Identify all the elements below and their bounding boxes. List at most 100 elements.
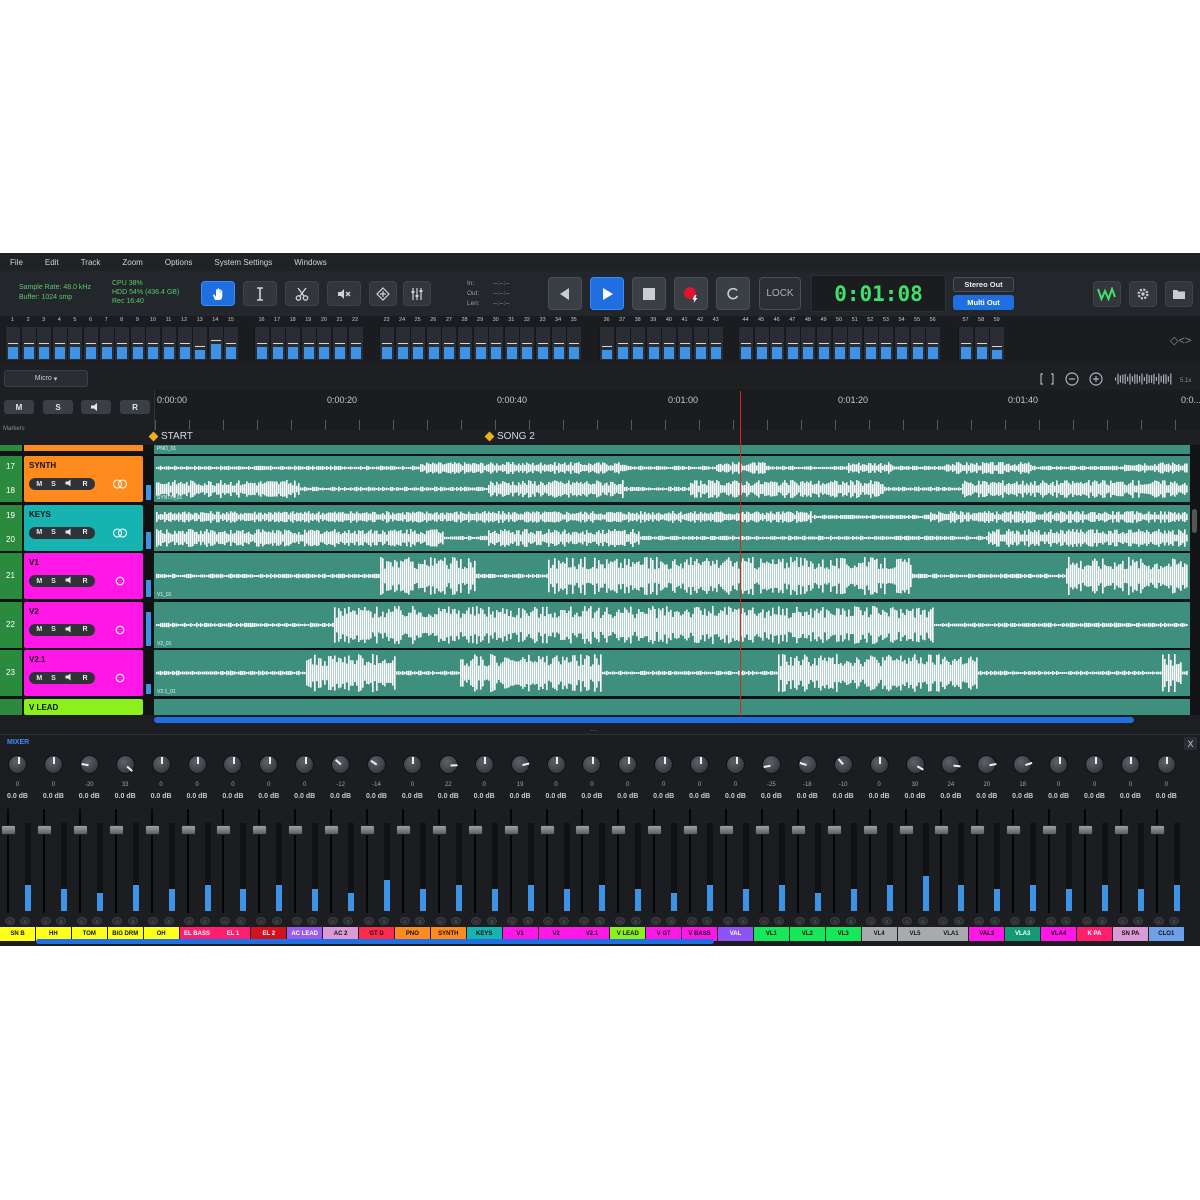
strip-mute-button[interactable]: M bbox=[112, 917, 123, 925]
volume-fader[interactable] bbox=[252, 825, 268, 835]
pan-knob[interactable] bbox=[1013, 755, 1033, 774]
mono-icon[interactable] bbox=[112, 671, 128, 685]
strip-solo-button[interactable]: S bbox=[953, 917, 964, 925]
strip-solo-button[interactable]: S bbox=[1169, 917, 1180, 925]
strip-mute-button[interactable]: M bbox=[471, 917, 482, 925]
volume-fader[interactable] bbox=[108, 825, 124, 835]
strip-solo-button[interactable]: S bbox=[558, 917, 569, 925]
volume-fader[interactable] bbox=[934, 825, 950, 835]
strip-mute-button[interactable]: M bbox=[830, 917, 841, 925]
pan-knob[interactable] bbox=[8, 755, 27, 774]
strip-mute-button[interactable]: M bbox=[291, 917, 302, 925]
global-mute-button[interactable]: M bbox=[4, 400, 34, 414]
pan-knob[interactable] bbox=[187, 755, 207, 774]
volume-fader[interactable] bbox=[180, 825, 196, 835]
pan-knob[interactable] bbox=[367, 755, 386, 774]
strip-mute-button[interactable]: M bbox=[40, 917, 51, 925]
strip-mute-button[interactable]: M bbox=[686, 917, 697, 925]
track-mute-button[interactable]: M bbox=[36, 529, 42, 536]
strip-solo-button[interactable]: S bbox=[163, 917, 174, 925]
strip-solo-button[interactable]: S bbox=[1025, 917, 1036, 925]
strip-solo-button[interactable]: S bbox=[1061, 917, 1072, 925]
strip-solo-button[interactable]: S bbox=[917, 917, 928, 925]
menu-file[interactable]: File bbox=[10, 258, 23, 267]
hand-tool-button[interactable] bbox=[201, 281, 235, 306]
strip-mute-button[interactable]: M bbox=[435, 917, 446, 925]
horizontal-scrollbar[interactable] bbox=[154, 717, 1134, 723]
track-solo-button[interactable]: S bbox=[51, 529, 56, 536]
volume-fader[interactable] bbox=[539, 825, 555, 835]
strip-mute-button[interactable]: M bbox=[148, 917, 159, 925]
marker-song-2[interactable]: SONG 2 bbox=[484, 431, 535, 442]
strip-mute-button[interactable]: M bbox=[902, 917, 913, 925]
track-record-arm-button[interactable]: R bbox=[82, 675, 87, 682]
strip-solo-button[interactable]: S bbox=[56, 917, 67, 925]
track-solo-button[interactable]: S bbox=[51, 626, 56, 633]
channel-name-label[interactable]: VAL bbox=[718, 927, 753, 941]
zoom-in-icon[interactable] bbox=[1089, 372, 1103, 386]
multi-out-button[interactable]: Multi Out bbox=[953, 295, 1014, 310]
pan-knob[interactable] bbox=[726, 755, 745, 774]
strip-solo-button[interactable]: S bbox=[199, 917, 210, 925]
strip-mute-button[interactable]: M bbox=[722, 917, 733, 925]
track-solo-button[interactable]: S bbox=[51, 675, 56, 682]
track-mute-button[interactable]: M bbox=[36, 675, 42, 682]
view-mode-dropdown[interactable]: Micro ▾ bbox=[4, 370, 88, 387]
volume-fader[interactable] bbox=[1078, 825, 1093, 835]
pan-knob[interactable] bbox=[151, 755, 171, 774]
pan-knob[interactable] bbox=[690, 755, 710, 774]
audio-clip[interactable]: V1_01 bbox=[154, 553, 1190, 599]
loop-button[interactable] bbox=[716, 277, 750, 310]
strip-mute-button[interactable]: M bbox=[650, 917, 661, 925]
volume-fader[interactable] bbox=[1, 825, 16, 835]
strip-solo-button[interactable]: S bbox=[379, 917, 390, 925]
strip-mute-button[interactable]: M bbox=[794, 917, 805, 925]
strip-solo-button[interactable]: S bbox=[666, 917, 677, 925]
channel-name-label[interactable]: VLA1 bbox=[933, 927, 969, 941]
pan-knob[interactable] bbox=[474, 755, 494, 774]
mute-clip-tool-button[interactable] bbox=[327, 281, 361, 306]
channel-name-label[interactable]: CLO1 bbox=[1148, 927, 1184, 941]
channel-name-label[interactable]: VL5 bbox=[897, 927, 933, 941]
track-mute-button[interactable]: M bbox=[36, 578, 42, 585]
volume-fader[interactable] bbox=[1042, 825, 1058, 835]
volume-fader[interactable] bbox=[683, 825, 699, 835]
strip-mute-button[interactable]: M bbox=[758, 917, 769, 925]
marker-start[interactable]: START bbox=[148, 431, 193, 442]
volume-fader[interactable] bbox=[862, 825, 878, 835]
menu-zoom[interactable]: Zoom bbox=[122, 258, 142, 267]
meter-scroll-icon[interactable]: ◇<> bbox=[1170, 334, 1191, 347]
pan-knob[interactable] bbox=[1156, 755, 1176, 774]
strip-mute-button[interactable]: M bbox=[363, 917, 374, 925]
track-record-arm-button[interactable]: R bbox=[82, 529, 87, 536]
stop-button[interactable] bbox=[632, 277, 666, 310]
channel-name-label[interactable]: SN PA bbox=[1112, 927, 1148, 941]
volume-fader[interactable] bbox=[72, 825, 88, 835]
pan-knob[interactable] bbox=[905, 755, 925, 774]
mixer-horizontal-scrollbar[interactable] bbox=[36, 939, 714, 944]
menu-system-settings[interactable]: System Settings bbox=[214, 258, 272, 267]
strip-solo-button[interactable]: S bbox=[774, 917, 785, 925]
audio-clip-partial[interactable] bbox=[154, 699, 1190, 715]
strip-solo-button[interactable]: S bbox=[1133, 917, 1144, 925]
channel-name-label[interactable]: VL3 bbox=[825, 927, 861, 941]
waveform-zoom-icon[interactable] bbox=[1115, 373, 1172, 385]
track-monitor-button[interactable] bbox=[65, 528, 74, 538]
volume-fader[interactable] bbox=[1149, 825, 1165, 835]
strip-solo-button[interactable]: S bbox=[415, 917, 426, 925]
volume-fader[interactable] bbox=[790, 825, 806, 835]
strip-mute-button[interactable]: M bbox=[974, 917, 985, 925]
channel-name-label[interactable]: VL4 bbox=[861, 927, 897, 941]
mono-icon[interactable] bbox=[112, 574, 128, 588]
pan-knob[interactable] bbox=[79, 755, 99, 774]
strip-mute-button[interactable]: M bbox=[1045, 917, 1056, 925]
volume-fader[interactable] bbox=[1006, 825, 1022, 835]
channel-name-label[interactable]: VLA4 bbox=[1041, 927, 1077, 941]
waves-button[interactable] bbox=[1093, 281, 1121, 307]
settings-button[interactable] bbox=[1129, 281, 1157, 307]
volume-fader[interactable] bbox=[36, 825, 52, 835]
timeline-ruler[interactable]: 0:00:00 0:00:20 0:00:40 0:01:00 0:01:20 0:01:… bbox=[154, 390, 1200, 430]
pan-knob[interactable] bbox=[115, 755, 135, 774]
volume-fader[interactable] bbox=[360, 825, 375, 835]
volume-fader[interactable] bbox=[216, 825, 232, 835]
